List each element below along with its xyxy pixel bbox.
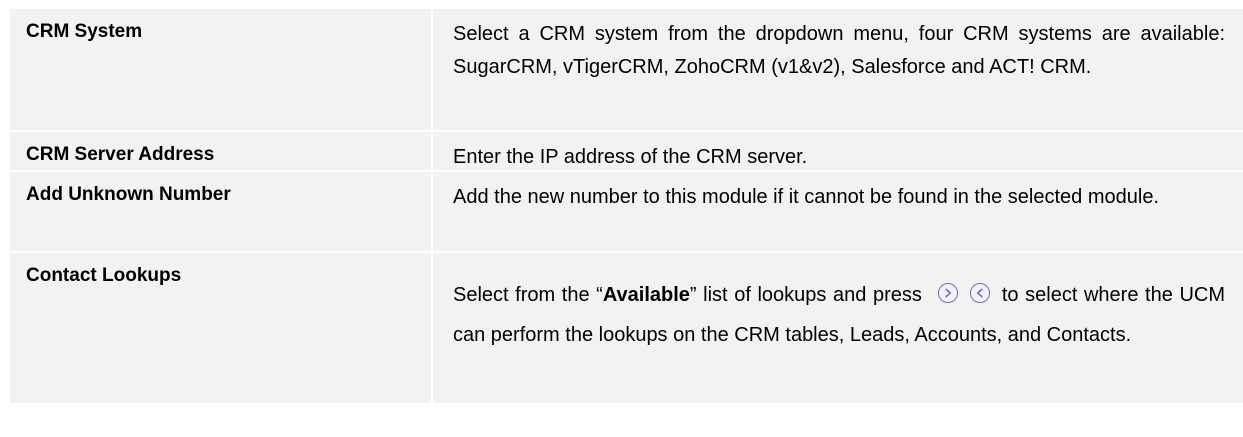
row-label: CRM Server Address <box>10 132 431 170</box>
row-description: Add the new number to this module if it … <box>433 172 1243 251</box>
table-row: CRM System Select a CRM system from the … <box>10 9 1243 132</box>
row-label: Add Unknown Number <box>10 172 431 251</box>
move-right-icon <box>937 283 958 303</box>
row-description: Enter the IP address of the CRM server. <box>433 132 1243 170</box>
move-buttons <box>932 275 996 315</box>
description-text-before: Select from the “ <box>453 284 603 306</box>
row-label: CRM System <box>10 9 431 130</box>
move-left-icon <box>969 283 990 303</box>
table-row: Add Unknown Number Add the new number to… <box>10 172 1243 253</box>
table-row: CRM Server Address Enter the IP address … <box>10 132 1243 172</box>
row-description: Select from the “Available” list of look… <box>433 253 1243 403</box>
description-text-mid: ” list of lookups and press <box>689 284 922 306</box>
row-label: Contact Lookups <box>10 253 431 403</box>
settings-table: CRM System Select a CRM system from the … <box>10 9 1243 405</box>
row-description: Select a CRM system from the dropdown me… <box>433 9 1243 130</box>
table-row: Contact Lookups Select from the “Availab… <box>10 253 1243 405</box>
available-keyword: Available <box>602 284 690 306</box>
